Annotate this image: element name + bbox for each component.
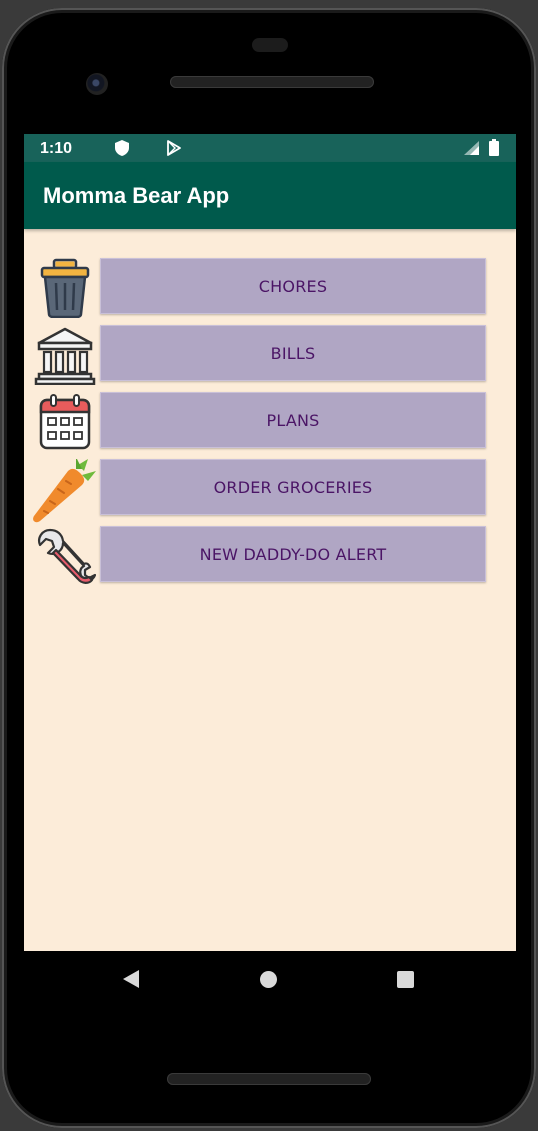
recents-icon[interactable] [397, 971, 414, 988]
shield-icon [115, 140, 129, 161]
trash-can-icon [34, 258, 96, 320]
app-bar: Momma Bear App [24, 162, 516, 229]
status-time: 1:10 [40, 140, 73, 157]
battery-icon [489, 139, 499, 161]
back-icon[interactable] [122, 969, 140, 994]
carrot-icon [30, 457, 96, 523]
home-icon[interactable] [260, 971, 277, 988]
front-camera [86, 73, 108, 95]
menu-row-bills: BILLS [24, 325, 516, 386]
status-bar: 1:10 [24, 134, 516, 162]
order-groceries-button[interactable]: ORDER GROCERIES [100, 459, 486, 515]
bank-icon [34, 325, 96, 387]
menu-row-chores: CHORES [24, 258, 516, 319]
earpiece-speaker [170, 76, 374, 88]
signal-icon [464, 141, 479, 160]
bills-button[interactable]: BILLS [100, 325, 486, 381]
top-sensor [252, 38, 288, 52]
plans-button[interactable]: PLANS [100, 392, 486, 448]
wrench-icon [34, 526, 97, 588]
new-daddy-do-alert-button[interactable]: NEW DADDY-DO ALERT [100, 526, 486, 582]
bottom-speaker [167, 1073, 371, 1085]
navigation-bar [24, 951, 516, 1009]
play-store-icon [167, 140, 181, 161]
menu-row-plans: PLANS [24, 392, 516, 450]
calendar-icon [34, 392, 96, 454]
menu-row-order-groceries: ORDER GROCERIES [24, 457, 516, 523]
chores-button[interactable]: CHORES [100, 258, 486, 314]
app-screen: 1:10 Momma Bear App CHORES BILLS PLANS O… [24, 134, 516, 951]
menu-row-new-daddy-do-alert: NEW DADDY-DO ALERT [24, 526, 516, 584]
app-title: Momma Bear App [43, 183, 230, 208]
